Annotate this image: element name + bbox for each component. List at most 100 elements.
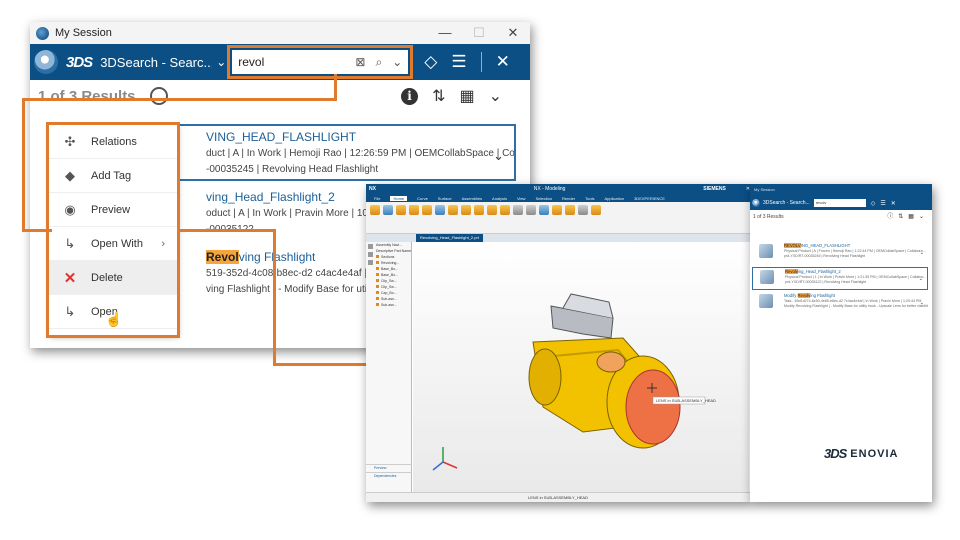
assembly-navigator: Assembly Navi... Descriptive Part Name S… bbox=[366, 242, 412, 492]
search-toolbar: 3DS 3DSearch - Searc... ⌄ revol ⊠ ⌕ ⌄ ◇ … bbox=[30, 44, 530, 80]
info-icon[interactable]: i bbox=[401, 87, 419, 105]
expand-chevron-icon[interactable]: ⌄ bbox=[920, 250, 924, 256]
nx-menu-home[interactable]: Home bbox=[390, 195, 408, 201]
search-value[interactable]: revol bbox=[238, 55, 345, 69]
tab-revolving-head-flashlight[interactable]: Revolving_Head_Flashlight_2.prt bbox=[416, 234, 483, 242]
grid-view-icon[interactable]: ▦ bbox=[459, 86, 474, 106]
result-title[interactable]: VING_HEAD_FLASHLIGHT bbox=[206, 130, 514, 146]
window-controls: — ☐ ✕ bbox=[428, 25, 530, 41]
menu-item-open-with[interactable]: ↳ Open With › bbox=[49, 227, 177, 261]
menu-icon[interactable]: ☰ bbox=[451, 52, 466, 72]
app-title[interactable]: 3DSearch - Searc... bbox=[100, 55, 212, 70]
hole-icon[interactable] bbox=[422, 205, 432, 215]
pattern-feature-icon[interactable] bbox=[513, 205, 523, 215]
menu-item-preview[interactable]: ◉ Preview bbox=[49, 193, 177, 227]
chamfer-icon[interactable] bbox=[474, 205, 484, 215]
grid-view-icon[interactable]: ▦ bbox=[908, 210, 914, 224]
3d-viewport[interactable]: LENS in SUB-ASSEMBLY_HEAD bbox=[413, 242, 749, 492]
toolbar-actions: ◇ ☰ ✕ bbox=[424, 52, 510, 72]
chevron-down-icon[interactable]: ⌄ bbox=[919, 210, 924, 224]
draft-icon[interactable] bbox=[487, 205, 497, 215]
nx-window-title: NX - Modeling bbox=[533, 186, 566, 192]
offset-icon[interactable] bbox=[578, 205, 588, 215]
compass-icon[interactable] bbox=[34, 50, 58, 74]
sketch-icon[interactable] bbox=[383, 205, 393, 215]
tag-icon[interactable]: ◇ bbox=[871, 200, 876, 207]
resize-blend-icon[interactable] bbox=[591, 205, 601, 215]
menu-item-delete[interactable]: ✕ Delete bbox=[49, 261, 177, 295]
expand-chevron-icon[interactable]: ⌄ bbox=[493, 148, 504, 164]
menu-item-relations[interactable]: ✣ Relations bbox=[49, 125, 177, 159]
hand-cursor-icon: ☝ bbox=[105, 311, 123, 327]
nav-item[interactable]: Sub-ass... bbox=[366, 302, 411, 308]
nx-menu-bar: File Home Curve Surface Assemblies Analysis Vi… bbox=[366, 194, 750, 202]
resource-icon[interactable] bbox=[368, 252, 373, 257]
nx-menu-application[interactable]: Application bbox=[605, 196, 625, 201]
enovia-app-title[interactable]: 3DSearch - Search... bbox=[763, 200, 810, 206]
nx-menu-curve[interactable]: Curve bbox=[417, 196, 428, 201]
open-with-icon: ↳ bbox=[64, 235, 76, 251]
expand-chevron-icon[interactable]: ⌄ bbox=[919, 276, 923, 282]
results-count: 1 of 3 Results bbox=[38, 87, 136, 105]
resource-icon[interactable] bbox=[368, 244, 373, 249]
expand-chevron-icon[interactable]: ⌄ bbox=[920, 300, 924, 306]
enovia-result-item[interactable]: Revolving_Head_Flashlight_2 Physical Pro… bbox=[752, 267, 928, 290]
edge-blend-icon[interactable] bbox=[461, 205, 471, 215]
info-icon[interactable]: ⓘ bbox=[887, 210, 893, 224]
extrude-icon[interactable] bbox=[396, 205, 406, 215]
revolve-icon[interactable] bbox=[409, 205, 419, 215]
flashlight-model[interactable]: LENS in SUB-ASSEMBLY_HEAD bbox=[413, 242, 749, 492]
nx-menu-file[interactable]: File bbox=[374, 196, 380, 201]
nx-menu-tools[interactable]: Tools bbox=[585, 196, 594, 201]
nx-menu-selection[interactable]: Selection bbox=[536, 196, 552, 201]
maximize-button[interactable]: ☐ bbox=[462, 25, 496, 41]
nx-menu-analysis[interactable]: Analysis bbox=[492, 196, 507, 201]
results-bar: 1 of 3 Results i ⇅ ▦ ⌄ bbox=[30, 80, 530, 112]
nx-logo: NX bbox=[369, 186, 376, 192]
chevron-down-icon[interactable]: ⌄ bbox=[216, 55, 226, 69]
history-clock-icon[interactable] bbox=[149, 87, 168, 105]
replace-face-icon[interactable] bbox=[565, 205, 575, 215]
menu-item-add-tag[interactable]: ◆ Add Tag bbox=[49, 159, 177, 193]
enovia-result-item[interactable]: REVOLVING_HEAD_FLASHLIGHT Physical Produ… bbox=[752, 242, 928, 265]
close-icon[interactable]: ✕ bbox=[891, 200, 896, 207]
connector-line bbox=[22, 98, 25, 232]
nx-menu-3dexperience[interactable]: 3DEXPERIENCE bbox=[634, 196, 665, 201]
tag-icon: ◆ bbox=[65, 167, 75, 183]
search-options-chevron-icon[interactable]: ⌄ bbox=[392, 55, 402, 69]
nx-menu-render[interactable]: Render bbox=[562, 196, 575, 201]
minimize-button[interactable]: — bbox=[428, 25, 462, 41]
menu-icon[interactable]: ☰ bbox=[880, 200, 885, 207]
nx-menu-view[interactable]: View bbox=[517, 196, 526, 201]
clear-icon[interactable]: ⊠ bbox=[355, 55, 365, 69]
delete-x-icon: ✕ bbox=[63, 269, 77, 287]
submenu-chevron-icon: › bbox=[161, 237, 165, 250]
tag-icon[interactable]: ◇ bbox=[424, 52, 437, 72]
nav-preview[interactable]: Preview bbox=[366, 464, 412, 471]
result-title[interactable]: Revolving_Head_Flashlight_2 bbox=[785, 268, 927, 275]
chevron-down-icon[interactable]: ⌄ bbox=[489, 86, 502, 106]
datum-plane-icon[interactable] bbox=[370, 205, 380, 215]
search-input[interactable]: revol ⊠ ⌕ ⌄ bbox=[227, 45, 414, 79]
mirror-feature-icon[interactable] bbox=[526, 205, 536, 215]
product-thumbnail bbox=[759, 244, 773, 258]
sort-icon[interactable]: ⇅ bbox=[432, 86, 445, 106]
search-icon[interactable]: ⌕ bbox=[375, 55, 382, 70]
nx-menu-assemblies[interactable]: Assemblies bbox=[462, 196, 482, 201]
sort-icon[interactable]: ⇅ bbox=[898, 210, 903, 224]
enovia-search-input[interactable]: revolv bbox=[813, 199, 866, 207]
result-title[interactable]: REVOLVING_HEAD_FLASHLIGHT bbox=[784, 242, 928, 249]
compass-icon[interactable] bbox=[752, 199, 760, 207]
nav-dependencies[interactable]: Dependencies bbox=[366, 472, 412, 479]
close-icon[interactable]: ✕ bbox=[496, 52, 510, 72]
subtract-icon[interactable] bbox=[448, 205, 458, 215]
enovia-result-item[interactable]: Modify Revolving Flashlight Task - 69d1d… bbox=[752, 292, 928, 315]
nx-menu-surface[interactable]: Surface bbox=[438, 196, 452, 201]
shell-icon[interactable] bbox=[500, 205, 510, 215]
unite-icon[interactable] bbox=[435, 205, 445, 215]
result-title[interactable]: Modify Revolving Flashlight bbox=[784, 292, 928, 299]
resource-icon[interactable] bbox=[368, 260, 373, 265]
delete-face-icon[interactable] bbox=[552, 205, 562, 215]
close-window-button[interactable]: ✕ bbox=[496, 25, 530, 41]
move-face-icon[interactable] bbox=[539, 205, 549, 215]
